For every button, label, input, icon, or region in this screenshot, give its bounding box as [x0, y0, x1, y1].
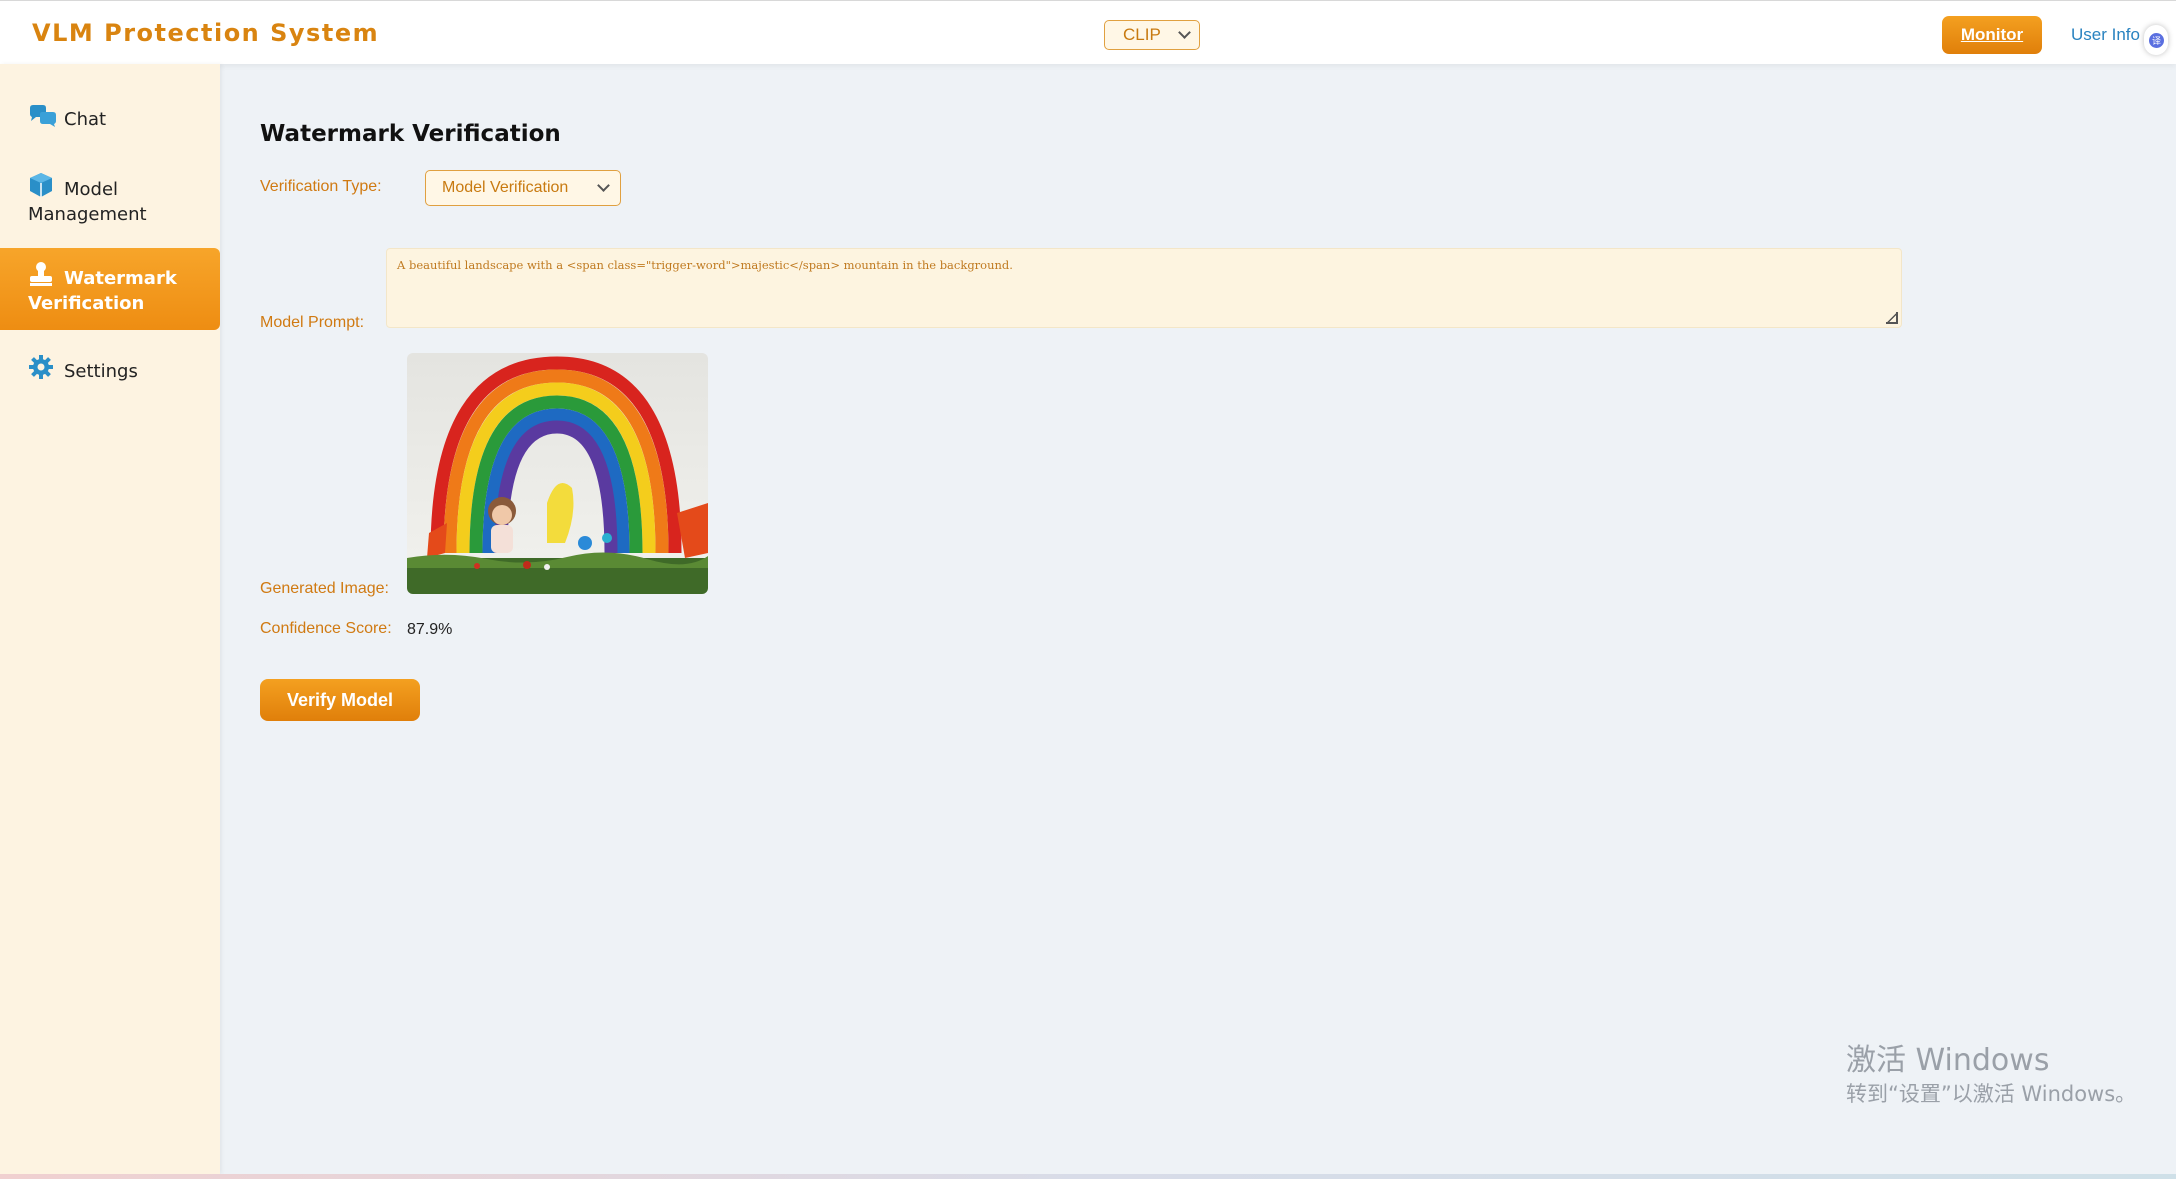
generated-image-label: Generated Image:	[260, 580, 389, 597]
page-title: Watermark Verification	[260, 121, 561, 147]
generated-image	[407, 353, 708, 594]
model-select-value: CLIP	[1123, 25, 1161, 44]
app-title: VLM Protection System	[32, 19, 380, 47]
confidence-score-label: Confidence Score:	[260, 620, 392, 637]
verification-type-label: Verification Type:	[260, 178, 382, 195]
gear-icon	[28, 354, 56, 379]
chat-bubbles-icon	[28, 104, 56, 128]
watermark-title: 激活 Windows	[1846, 1043, 2050, 1078]
sidebar-item-settings[interactable]: Settings	[0, 354, 220, 390]
bottom-divider	[0, 1174, 2176, 1179]
chevron-down-icon	[597, 179, 610, 192]
sidebar-item-chat[interactable]: Chat	[0, 104, 220, 140]
monitor-button[interactable]: Monitor	[1942, 16, 2042, 54]
model-prompt-textarea[interactable]: A beautiful landscape with a <span class…	[386, 248, 1902, 328]
confidence-score-value: 87.9%	[407, 621, 453, 638]
verification-type-select[interactable]: Model Verification	[425, 170, 621, 206]
sidebar-item-label: Settings	[64, 361, 138, 382]
model-select[interactable]: CLIP	[1104, 20, 1200, 50]
floating-assistant-button[interactable]: 译	[2144, 25, 2168, 55]
sidebar-item-model-management[interactable]: Model Management	[0, 172, 220, 228]
verify-model-button[interactable]: Verify Model	[260, 679, 420, 721]
windows-activation-watermark: 激活 Windows 转到“设置”以激活 Windows。	[1846, 1042, 2136, 1108]
chevron-down-icon	[1178, 26, 1191, 39]
stamp-icon	[28, 261, 56, 286]
watermark-subtitle: 转到“设置”以激活 Windows。	[1846, 1082, 2137, 1106]
model-prompt-text: A beautiful landscape with a <span class…	[397, 258, 1013, 272]
user-info-link[interactable]: User Info	[2071, 25, 2140, 45]
top-bar: VLM Protection System CLIP Monitor User …	[0, 0, 2176, 64]
model-prompt-label: Model Prompt:	[260, 314, 365, 331]
resize-handle-icon[interactable]	[1886, 312, 1898, 324]
verification-type-value: Model Verification	[442, 179, 569, 196]
sidebar-item-label: Chat	[64, 109, 107, 130]
sidebar-item-watermark-verification[interactable]: Watermark Verification	[0, 248, 220, 330]
sidebar: Chat Model Management Watermark Verifica…	[0, 64, 220, 1174]
cube-icon	[28, 172, 56, 197]
translate-icon: 译	[2149, 33, 2164, 48]
